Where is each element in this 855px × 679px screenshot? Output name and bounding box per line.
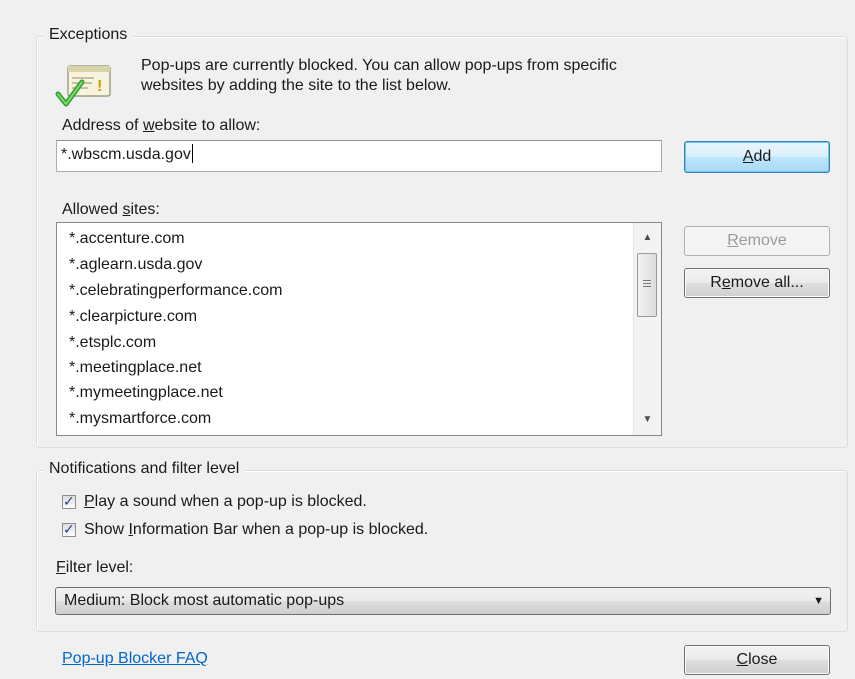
- remove-button[interactable]: Remove: [684, 226, 830, 256]
- play-sound-option[interactable]: ✓ Play a sound when a pop-up is blocked.: [62, 492, 367, 512]
- scroll-down-arrow-icon[interactable]: ▼: [634, 407, 661, 433]
- show-info-bar-option[interactable]: ✓ Show Information Bar when a pop-up is …: [62, 520, 428, 540]
- close-button[interactable]: Close: [684, 645, 830, 675]
- list-item[interactable]: *.etsplc.com: [69, 333, 156, 353]
- thumb-grip: [643, 286, 651, 287]
- popup-shield-check-icon: !: [54, 60, 118, 116]
- check-mark-icon: ✓: [63, 493, 75, 509]
- allowed-sites-list[interactable]: *.accenture.com *.aglearn.usda.gov *.cel…: [56, 222, 662, 436]
- show-info-bar-checkbox[interactable]: ✓: [62, 521, 76, 537]
- list-item[interactable]: *.meetingplace.net: [69, 358, 202, 378]
- remove-all-button[interactable]: Remove all...: [684, 268, 830, 298]
- thumb-grip: [643, 280, 651, 281]
- chevron-down-icon: ▼: [813, 595, 824, 607]
- add-button[interactable]: Add: [684, 141, 830, 173]
- list-item[interactable]: *.celebratingperformance.com: [69, 281, 282, 301]
- show-info-bar-label: Show Information Bar when a pop-up is bl…: [84, 521, 429, 538]
- popup-blocker-faq-link[interactable]: Pop-up Blocker FAQ: [62, 650, 208, 668]
- scroll-up-arrow-icon[interactable]: ▲: [634, 225, 661, 251]
- info-text-line-1: Pop-ups are currently blocked. You can a…: [141, 57, 617, 74]
- filter-level-select[interactable]: Medium: Block most automatic pop-ups ▼: [55, 587, 831, 615]
- play-sound-label: Play a sound when a pop-up is blocked.: [84, 493, 367, 510]
- filter-level-label: Filter level:: [56, 559, 134, 576]
- list-item[interactable]: *.mymeetingplace.net: [69, 383, 223, 403]
- play-sound-checkbox[interactable]: ✓: [62, 493, 76, 509]
- allowed-sites-label: Allowed sites:: [62, 201, 160, 218]
- exceptions-legend: Exceptions: [44, 26, 133, 44]
- popup-blocker-settings-dialog: Exceptions ! Pop-ups are currently block…: [0, 0, 855, 679]
- check-mark-icon: ✓: [63, 521, 75, 537]
- svg-text:!: !: [97, 78, 102, 95]
- info-text-line-2: websites by adding the site to the list …: [141, 77, 452, 94]
- vertical-scrollbar[interactable]: ▲ ▼: [633, 223, 661, 435]
- thumb-grip: [643, 283, 651, 284]
- text-caret: [191, 144, 193, 163]
- address-label: Address of website to allow:: [62, 117, 261, 134]
- list-item[interactable]: *.accenture.com: [69, 229, 185, 249]
- list-item[interactable]: *.aglearn.usda.gov: [69, 255, 202, 275]
- list-item[interactable]: *.clearpicture.com: [69, 307, 197, 327]
- notifications-legend: Notifications and filter level: [44, 460, 245, 478]
- scrollbar-thumb[interactable]: [637, 253, 657, 317]
- list-item[interactable]: *.mysmartforce.com: [69, 409, 211, 429]
- address-input[interactable]: *.wbscm.usda.gov: [56, 140, 662, 172]
